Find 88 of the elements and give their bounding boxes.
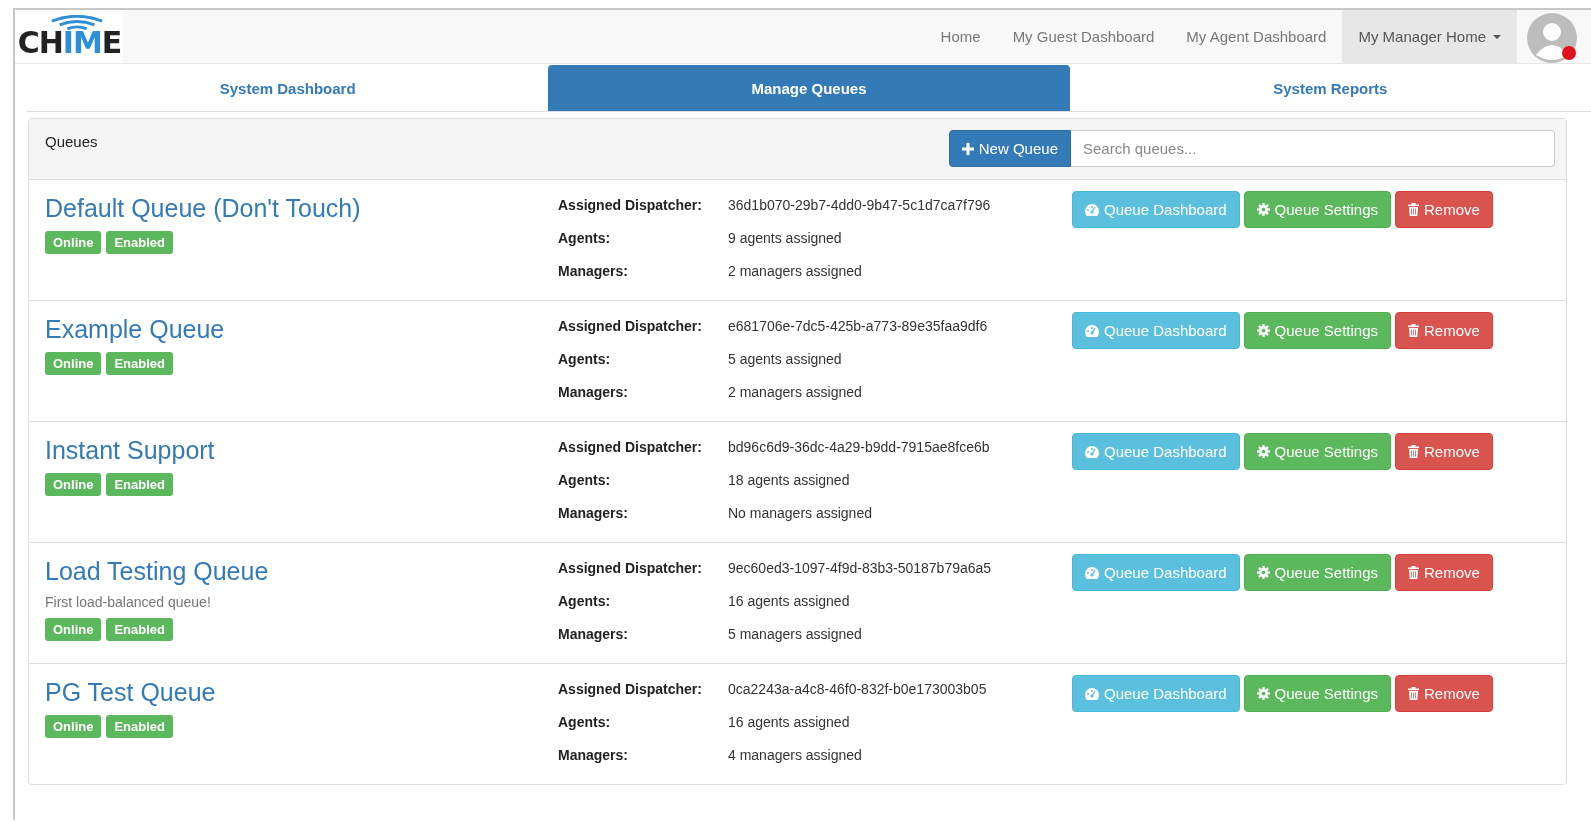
detail-value: bd96c6d9-36dc-4a29-b9dd-7915ae8fce6b xyxy=(728,438,990,457)
detail-value: 36d1b070-29b7-4dd0-9b47-5c1d7ca7f796 xyxy=(728,196,991,215)
queue-name-link[interactable]: Instant Support xyxy=(45,433,215,467)
nav-link[interactable]: Home xyxy=(924,10,997,63)
status-label: Enabled xyxy=(106,618,174,641)
queue-settings-button[interactable]: Queue Settings xyxy=(1243,433,1391,470)
nav-link[interactable]: My Manager Home xyxy=(1342,10,1517,63)
panel-title: Queues xyxy=(45,133,98,150)
queue-dashboard-button[interactable]: Queue Dashboard xyxy=(1072,433,1240,470)
detail-label: Assigned Dispatcher: xyxy=(558,680,703,699)
detail-value: 0ca2243a-a4c8-46f0-832f-b0e173003b05 xyxy=(728,680,987,699)
status-label: Enabled xyxy=(106,715,174,738)
detail-label: Assigned Dispatcher: xyxy=(558,317,703,336)
detail-value: 16 agents assigned xyxy=(728,713,850,732)
nav-link[interactable]: My Agent Dashboard xyxy=(1170,10,1343,63)
tab[interactable]: System Dashboard xyxy=(27,65,549,111)
nav-link[interactable]: My Guest Dashboard xyxy=(996,10,1171,63)
queue-name-link[interactable]: PG Test Queue xyxy=(45,675,216,709)
logo[interactable]: CHIME xyxy=(15,10,123,63)
queue-name-link[interactable]: Example Queue xyxy=(45,312,225,346)
detail-value: 16 agents assigned xyxy=(728,592,850,611)
queue-dashboard-button[interactable]: Queue Dashboard xyxy=(1072,675,1240,712)
detail-label: Assigned Dispatcher: xyxy=(558,438,703,457)
detail-label: Assigned Dispatcher: xyxy=(558,559,703,578)
detail-value: 9 agents assigned xyxy=(728,229,842,248)
detail-label: Agents: xyxy=(558,350,612,369)
detail-value: No managers assigned xyxy=(728,504,872,523)
gauge-icon xyxy=(1085,566,1099,579)
status-label: Online xyxy=(45,352,102,375)
gear-icon xyxy=(1256,445,1270,458)
detail-value: e681706e-7dc5-425b-a773-89e35faa9df6 xyxy=(728,317,988,336)
detail-label: Managers: xyxy=(558,625,630,644)
detail-value: 5 managers assigned xyxy=(728,625,862,644)
queue-settings-button[interactable]: Queue Settings xyxy=(1243,554,1391,591)
gauge-icon xyxy=(1085,324,1099,337)
trash-icon xyxy=(1408,203,1419,216)
queue-name-link[interactable]: Default Queue (Don't Touch) xyxy=(45,191,361,225)
status-label: Enabled xyxy=(106,231,174,254)
detail-value: 2 managers assigned xyxy=(728,383,862,402)
detail-value: 2 managers assigned xyxy=(728,262,862,281)
queue-dashboard-button[interactable]: Queue Dashboard xyxy=(1072,191,1240,228)
trash-icon xyxy=(1408,687,1419,700)
status-label: Online xyxy=(45,618,102,641)
detail-label: Managers: xyxy=(558,504,630,523)
detail-label: Agents: xyxy=(558,713,612,732)
trash-icon xyxy=(1408,324,1419,337)
detail-value: 4 managers assigned xyxy=(728,746,862,765)
detail-label: Managers: xyxy=(558,262,630,281)
detail-label: Managers: xyxy=(558,383,630,402)
gear-icon xyxy=(1256,203,1270,216)
tab[interactable]: Manage Queues xyxy=(548,65,1070,111)
queue-settings-button[interactable]: Queue Settings xyxy=(1243,191,1391,228)
remove-button[interactable]: Remove xyxy=(1395,191,1493,228)
remove-button[interactable]: Remove xyxy=(1395,675,1493,712)
status-label: Online xyxy=(45,473,102,496)
remove-button[interactable]: Remove xyxy=(1395,554,1493,591)
gauge-icon xyxy=(1085,687,1099,700)
trash-icon xyxy=(1408,566,1419,579)
remove-button[interactable]: Remove xyxy=(1395,312,1493,349)
status-label: Online xyxy=(45,715,102,738)
queue-name-link[interactable]: Load Testing Queue xyxy=(45,554,269,588)
gauge-icon xyxy=(1085,203,1099,216)
gear-icon xyxy=(1256,324,1270,337)
queue-dashboard-button[interactable]: Queue Dashboard xyxy=(1072,312,1240,349)
trash-icon xyxy=(1408,445,1419,458)
gear-icon xyxy=(1256,687,1270,700)
plus-icon xyxy=(961,142,974,155)
gear-icon xyxy=(1256,566,1270,579)
queue-settings-button[interactable]: Queue Settings xyxy=(1243,675,1391,712)
new-queue-button[interactable]: New Queue xyxy=(948,130,1071,167)
queue-dashboard-button[interactable]: Queue Dashboard xyxy=(1072,554,1240,591)
tab[interactable]: System Reports xyxy=(1069,65,1591,111)
queue-description: First load-balanced queue! xyxy=(45,594,212,610)
detail-label: Agents: xyxy=(558,229,612,248)
detail-label: Managers: xyxy=(558,746,630,765)
detail-label: Agents: xyxy=(558,471,612,490)
queue-settings-button[interactable]: Queue Settings xyxy=(1243,312,1391,349)
detail-value: 5 agents assigned xyxy=(728,350,842,369)
detail-value: 18 agents assigned xyxy=(728,471,850,490)
status-label: Enabled xyxy=(106,352,174,375)
search-field[interactable]: Search queues... xyxy=(1071,130,1555,167)
detail-label: Agents: xyxy=(558,592,612,611)
status-label: Online xyxy=(45,231,102,254)
gauge-icon xyxy=(1085,445,1099,458)
detail-label: Assigned Dispatcher: xyxy=(558,196,703,215)
status-label: Enabled xyxy=(106,473,174,496)
remove-button[interactable]: Remove xyxy=(1395,433,1493,470)
detail-value: 9ec60ed3-1097-4f9d-83b3-50187b79a6a5 xyxy=(728,559,992,578)
